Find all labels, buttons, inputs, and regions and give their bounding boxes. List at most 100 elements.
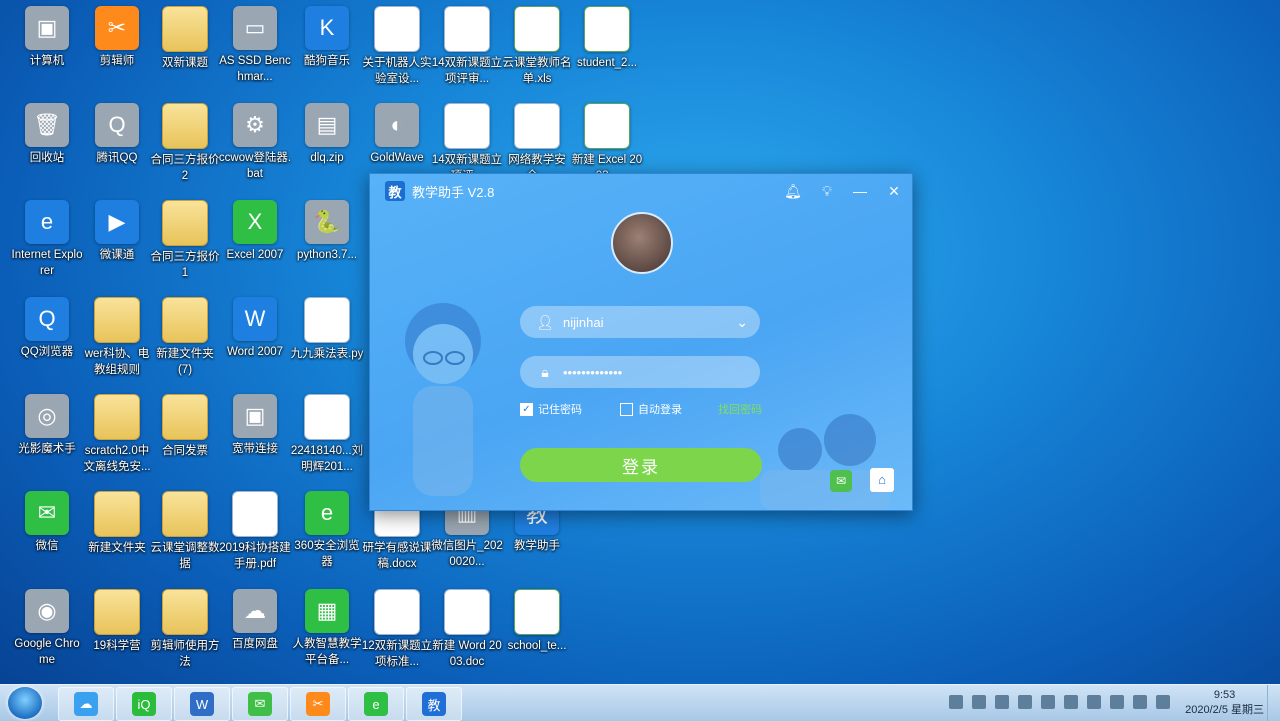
desktop-icon-image: e <box>305 491 349 535</box>
tip-icon[interactable]: 💡︎ <box>818 182 836 200</box>
tray-icon[interactable] <box>1018 695 1032 709</box>
desktop-icon[interactable]: W Word 2007 <box>220 297 290 360</box>
jiaoxue-task[interactable]: 教 <box>406 687 462 721</box>
desktop-icon[interactable]: Q 腾讯QQ <box>82 103 152 166</box>
desktop-icon-label: 宽带连接 <box>232 443 278 455</box>
desktop-icon-image: W <box>233 297 277 341</box>
desktop-icon[interactable]: e 360安全浏览器 <box>292 491 362 570</box>
desktop-icon[interactable]: 新建文件夹 (7) <box>150 297 220 378</box>
show-desktop-button[interactable] <box>1267 685 1280 721</box>
wechat-login-icon[interactable]: ✉ <box>830 470 852 492</box>
desktop-icon-label: 微信图片_2020020... <box>431 540 503 568</box>
desktop-icon[interactable]: 新建文件夹 <box>82 491 152 556</box>
desktop-icon[interactable]: 14双新课题立项评... <box>432 103 502 184</box>
auto-login-checkbox[interactable] <box>620 402 633 416</box>
desktop-icon[interactable]: student_2... <box>572 6 642 71</box>
desktop-icon[interactable]: 14双新课题立项评审... <box>432 6 502 87</box>
bell-icon[interactable]: 🔔︎ <box>784 182 802 200</box>
desktop-icon[interactable]: ◉ Google Chrome <box>12 589 82 668</box>
desktop-icon-label: 腾讯QQ <box>96 152 138 164</box>
desktop-icon[interactable]: ▭ AS SSD Benchmar... <box>219 6 291 85</box>
desktop-icon[interactable]: 2019科协搭建手册.pdf <box>219 491 291 572</box>
desktop-icon[interactable]: 12双新课题立项标准... <box>362 589 432 670</box>
close-button[interactable]: ✕ <box>885 182 903 200</box>
desktop-icon-label: 百度网盘 <box>232 638 278 650</box>
minimize-button[interactable]: — <box>851 182 869 200</box>
username-field[interactable]: 👤︎ nijinhai ⌄ <box>520 306 760 338</box>
desktop-icon-image <box>94 394 140 440</box>
desktop-icon[interactable]: Q QQ浏览器 <box>12 297 82 360</box>
desktop-icon[interactable]: e Internet Explorer <box>12 200 82 279</box>
password-field[interactable]: 🔒︎ ••••••••••••• <box>520 356 760 388</box>
jianjishi-task[interactable]: ✂ <box>290 687 346 721</box>
tray-icon[interactable] <box>972 695 986 709</box>
network-icon[interactable] <box>1156 695 1170 709</box>
360-browser-task[interactable]: e <box>348 687 404 721</box>
desktop-icon[interactable]: ✂ 剪辑师 <box>82 6 152 69</box>
desktop-icon[interactable]: 新建 Excel 2003... <box>572 103 642 184</box>
desktop-icon-image <box>162 297 208 343</box>
desktop-icon[interactable]: ◎ 光影魔术手 <box>12 394 82 457</box>
desktop-icon-label: 新建 Word 2003.doc <box>432 640 502 668</box>
desktop-icon[interactable]: ☁ 百度网盘 <box>220 589 290 652</box>
desktop-icon[interactable]: ▣ 计算机 <box>12 6 82 69</box>
desktop-icon-image <box>162 394 208 440</box>
desktop-icon[interactable]: 双新课题 <box>150 6 220 71</box>
desktop-icon[interactable]: ⚙ ccwow登陆器.bat <box>219 103 291 182</box>
desktop-icon-label: python3.7... <box>296 249 358 261</box>
desktop-icon[interactable]: wer科协、电教组规则 <box>82 297 152 378</box>
remember-password-checkbox[interactable]: ✓ <box>520 402 533 416</box>
iqiyi-task-icon: iQ <box>132 692 156 716</box>
desktop-icon-image: ▣ <box>233 394 277 438</box>
desktop-icon[interactable]: 合同发票 <box>150 394 220 459</box>
desktop-icon[interactable]: 网络教学安全... <box>502 103 572 184</box>
tray-icon[interactable] <box>1087 695 1101 709</box>
tray-icon[interactable] <box>949 695 963 709</box>
desktop-icon[interactable]: 关于机器人实验室设... <box>362 6 432 87</box>
clock[interactable]: 9:53 2020/2/5 星期三 <box>1185 688 1264 718</box>
desktop-icon[interactable]: 九九乘法表.py <box>291 297 363 362</box>
tray-icon[interactable] <box>1064 695 1078 709</box>
desktop-icon[interactable]: 22418140...刘明辉201... <box>290 394 364 475</box>
iqiyi-task[interactable]: iQ <box>116 687 172 721</box>
desktop-icon[interactable]: ▤ dlq.zip <box>292 103 362 166</box>
desktop-icon[interactable]: scratch2.0中文离线免安... <box>82 394 152 475</box>
desktop-icon[interactable]: 剪辑师使用方法 <box>150 589 220 670</box>
desktop-icon-image: Q <box>95 103 139 147</box>
wechat-task[interactable]: ✉ <box>232 687 288 721</box>
desktop-icon[interactable]: school_te... <box>502 589 572 654</box>
desktop-icon-image: Q <box>25 297 69 341</box>
desktop-icon[interactable]: ◐ GoldWave <box>362 103 432 166</box>
school-login-icon[interactable]: ⌂ <box>870 468 894 492</box>
start-button[interactable] <box>8 687 42 719</box>
desktop-icon[interactable]: 🗑 回收站 <box>12 103 82 166</box>
word-task[interactable]: W <box>174 687 230 721</box>
desktop-icon[interactable]: X Excel 2007 <box>220 200 290 263</box>
baidu-netdisk-task[interactable]: ☁ <box>58 687 114 721</box>
desktop-icon[interactable]: 云课堂教师名单.xls <box>502 6 572 87</box>
desktop-icon[interactable]: K 酷狗音乐 <box>292 6 362 69</box>
avatar[interactable] <box>611 212 673 274</box>
desktop-icon-image <box>304 297 350 343</box>
find-password-link[interactable]: 找回密码 <box>718 401 762 417</box>
desktop-icon[interactable]: ▦ 人教智慧教学平台备... <box>292 589 362 668</box>
desktop-icon[interactable]: 云课堂调整数据 <box>150 491 220 572</box>
tray-icon[interactable] <box>1041 695 1055 709</box>
desktop-icon[interactable]: 新建 Word 2003.doc <box>432 589 502 670</box>
login-button[interactable]: 登录 <box>520 448 762 482</box>
tray-icon[interactable] <box>995 695 1009 709</box>
desktop-icon[interactable]: 合同三方报价1 <box>150 200 220 281</box>
desktop-icon[interactable]: 合同三方报价2 <box>150 103 220 184</box>
desktop-icon-label: 22418140...刘明辉201... <box>290 445 364 473</box>
chevron-down-icon[interactable]: ⌄ <box>736 314 748 331</box>
desktop-icon[interactable]: 🐍 python3.7... <box>292 200 362 263</box>
desktop-icon[interactable]: ✉ 微信 <box>12 491 82 554</box>
desktop-icon-image: ▣ <box>25 6 69 50</box>
desktop-icon-label: 教学助手 <box>514 540 560 552</box>
tray-icon[interactable] <box>1110 695 1124 709</box>
desktop-icon[interactable]: ▣ 宽带连接 <box>220 394 290 457</box>
desktop-icon[interactable]: 19科学营 <box>82 589 152 654</box>
volume-icon[interactable] <box>1133 695 1147 709</box>
desktop-icon[interactable]: ▶ 微课通 <box>82 200 152 263</box>
desktop-icon-label: 关于机器人实验室设... <box>362 57 432 85</box>
